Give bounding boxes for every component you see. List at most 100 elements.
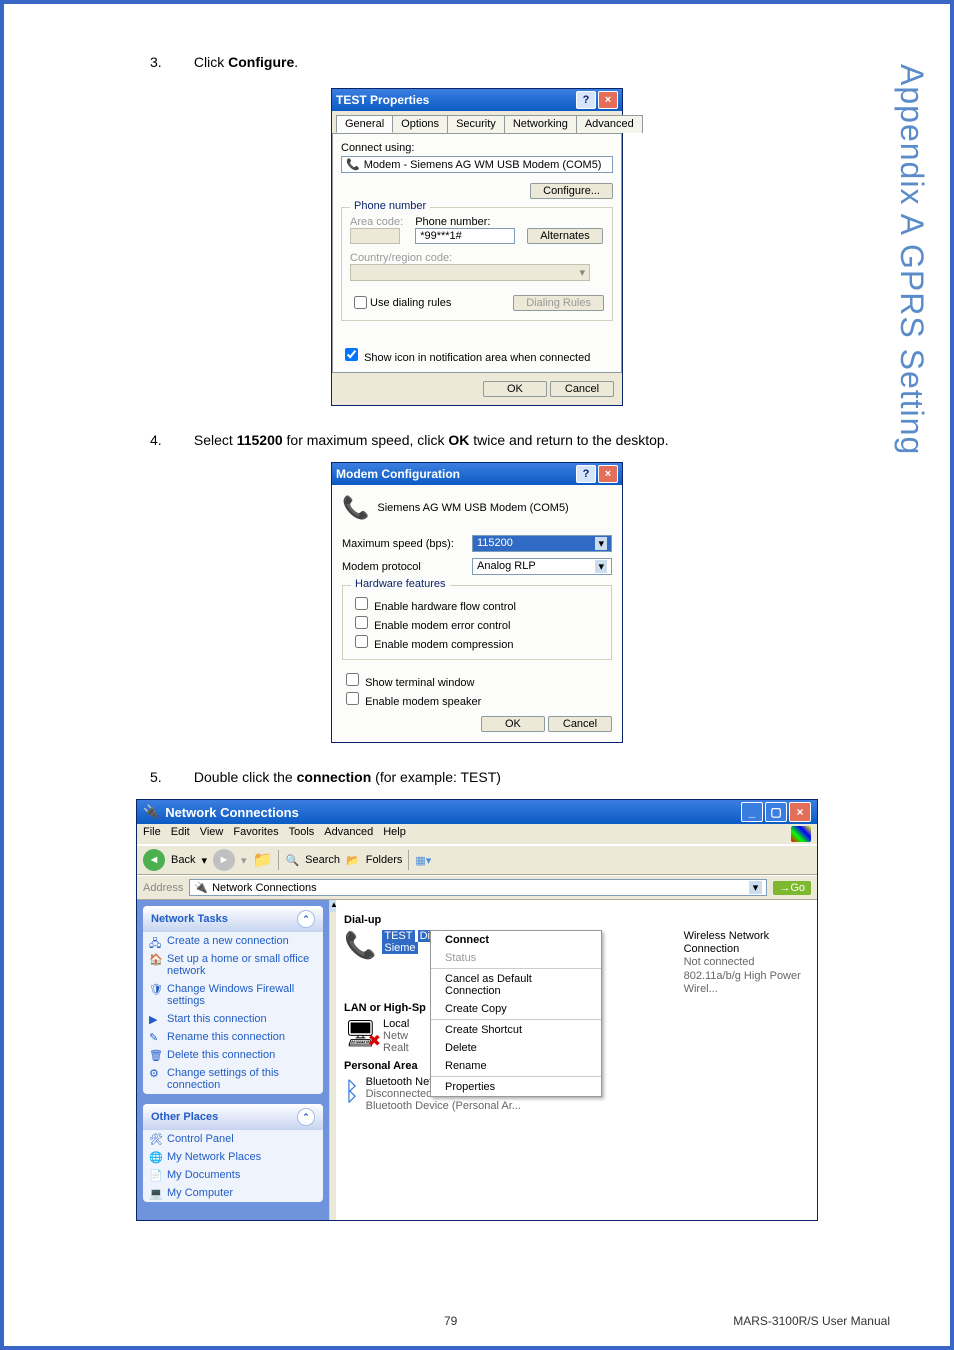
other-places-header[interactable]: Other Places⌃ — [143, 1104, 323, 1130]
ok-button[interactable]: OK — [481, 716, 545, 732]
sidebar-item-start[interactable]: ▶Start this connection — [143, 1010, 323, 1028]
compress-checkbox[interactable] — [355, 635, 368, 648]
menu-view[interactable]: View — [200, 826, 224, 842]
network-places-icon: 🌐 — [149, 1151, 163, 1165]
chevron-down-icon[interactable]: ▾ — [595, 560, 607, 573]
views-icon[interactable]: ▦▾ — [415, 854, 431, 867]
phone-number-field[interactable]: *99***1# — [415, 228, 515, 244]
folders-label[interactable]: Folders — [366, 854, 403, 866]
sidebar-item-controlpanel[interactable]: 🛠Control Panel — [143, 1130, 323, 1148]
sidebar-item-firewall[interactable]: 🛡Change Windows Firewall settings — [143, 980, 323, 1010]
search-label[interactable]: Search — [305, 854, 340, 866]
sidebar-item-delete[interactable]: 🗑Delete this connection — [143, 1046, 323, 1064]
sidebar-item-rename[interactable]: ✎Rename this connection — [143, 1028, 323, 1046]
menu-help[interactable]: Help — [383, 826, 406, 842]
sidebar-item-setup[interactable]: 🏠Set up a home or small office network — [143, 950, 323, 980]
delete-icon: 🗑 — [149, 1049, 163, 1063]
menu-tools[interactable]: Tools — [289, 826, 315, 842]
sidebar-item-documents[interactable]: 📄My Documents — [143, 1166, 323, 1184]
address-input[interactable]: 🔌 Network Connections ▾ — [189, 879, 767, 896]
help-icon[interactable]: ? — [576, 465, 596, 483]
use-dialing-checkbox[interactable] — [354, 296, 367, 309]
alternates-button[interactable]: Alternates — [527, 228, 603, 244]
sidebar-item-create[interactable]: 🖧Create a new connection — [143, 932, 323, 950]
chevron-down-icon[interactable]: ▾ — [595, 537, 607, 550]
collapse-icon[interactable]: ⌃ — [297, 1108, 315, 1126]
ctx-delete[interactable]: Delete — [431, 1039, 601, 1057]
show-icon-checkbox[interactable] — [345, 348, 358, 361]
ctx-rename[interactable]: Rename — [431, 1057, 601, 1075]
tab-security[interactable]: Security — [447, 115, 505, 133]
modem-field[interactable]: 📞 Modem - Siemens AG WM USB Modem (COM5) — [341, 156, 613, 173]
ctx-create-copy[interactable]: Create Copy — [431, 1000, 601, 1018]
address-label: Address — [143, 882, 183, 894]
close-icon[interactable]: × — [598, 465, 618, 483]
forward-button: ► — [213, 849, 235, 871]
hw-features-group: Hardware features — [351, 578, 450, 590]
hw-flow-checkbox[interactable] — [355, 597, 368, 610]
ctx-properties[interactable]: Properties — [431, 1078, 601, 1096]
max-speed-select[interactable]: 115200▾ — [472, 535, 612, 552]
tab-options[interactable]: Options — [392, 115, 448, 133]
menu-edit[interactable]: Edit — [171, 826, 190, 842]
speaker-checkbox[interactable] — [346, 692, 359, 705]
maximize-icon[interactable]: ▢ — [765, 802, 787, 822]
close-icon[interactable]: × — [789, 802, 811, 822]
documents-icon: 📄 — [149, 1169, 163, 1183]
modem-name: Siemens AG WM USB Modem (COM5) — [377, 502, 568, 514]
go-button[interactable]: → Go — [773, 881, 811, 895]
cancel-button[interactable]: Cancel — [550, 381, 614, 397]
content-pane: Dial-up 📞 TEST Disco Sieme Connect Statu… — [336, 900, 817, 1220]
back-label: Back — [171, 854, 195, 866]
dialog-titlebar[interactable]: TEST Properties ? × — [332, 89, 622, 111]
window-titlebar[interactable]: 🔌 Network Connections _ ▢ × — [137, 800, 817, 824]
minimize-icon[interactable]: _ — [741, 802, 763, 822]
ctx-cancel-default[interactable]: Cancel as Default Connection — [431, 970, 601, 1000]
lan-name: Local — [383, 1018, 409, 1030]
sidebar-item-settings[interactable]: ⚙Change settings of this connection — [143, 1064, 323, 1094]
tab-networking[interactable]: Networking — [504, 115, 577, 133]
conn-dev: Sieme — [382, 942, 417, 954]
help-icon[interactable]: ? — [576, 91, 596, 109]
tab-advanced[interactable]: Advanced — [576, 115, 643, 133]
sidebar-item-computer[interactable]: 💻My Computer — [143, 1184, 323, 1202]
ctx-connect[interactable]: Connect — [431, 931, 601, 949]
search-icon[interactable]: 🔍 — [285, 854, 299, 867]
firewall-icon: 🛡 — [149, 983, 163, 997]
manual-title: MARS-3100R/S User Manual — [733, 1314, 890, 1328]
ok-button[interactable]: OK — [483, 381, 547, 397]
modem-icon: 📞 — [346, 158, 360, 171]
menu-favorites[interactable]: Favorites — [233, 826, 278, 842]
scrollbar[interactable]: ▲ — [329, 900, 336, 1220]
tab-general[interactable]: General — [336, 115, 393, 133]
wireless-name: Wireless Network Connection — [684, 930, 809, 956]
cancel-button[interactable]: Cancel — [548, 716, 612, 732]
home-net-icon: 🏠 — [149, 953, 163, 967]
terminal-checkbox[interactable] — [346, 673, 359, 686]
phone-number-label: Phone number: — [415, 216, 515, 228]
back-chevron-icon[interactable]: ▾ — [201, 854, 207, 867]
ctx-create-shortcut[interactable]: Create Shortcut — [431, 1021, 601, 1039]
connection-wireless[interactable]: Wireless Network Connection Not connecte… — [684, 930, 809, 996]
configure-button[interactable]: Configure... — [530, 183, 613, 199]
step3-text: Click Configure. — [194, 54, 298, 70]
connection-lan[interactable]: Local Netw Realt — [383, 1018, 409, 1054]
chevron-down-icon[interactable]: ▾ — [749, 881, 763, 894]
up-folder-icon[interactable]: 📁 — [253, 850, 273, 870]
test-properties-dialog: TEST Properties ? × General Options Secu… — [331, 88, 623, 406]
sidebar-item-netplaces[interactable]: 🌐My Network Places — [143, 1148, 323, 1166]
step3-num: 3. — [150, 54, 190, 70]
protocol-label: Modem protocol — [342, 561, 462, 573]
folders-icon[interactable]: 📂 — [346, 854, 360, 867]
back-button[interactable]: ◄ — [143, 849, 165, 871]
err-ctl-checkbox[interactable] — [355, 616, 368, 629]
menu-file[interactable]: File — [143, 826, 161, 842]
compress-label: Enable modem compression — [374, 639, 513, 651]
dialog-titlebar[interactable]: Modem Configuration ? × — [332, 463, 622, 485]
protocol-select[interactable]: Analog RLP▾ — [472, 558, 612, 575]
collapse-icon[interactable]: ⌃ — [297, 910, 315, 928]
close-icon[interactable]: × — [598, 91, 618, 109]
menu-advanced[interactable]: Advanced — [324, 826, 373, 842]
other-places-box: Other Places⌃ 🛠Control Panel 🌐My Network… — [143, 1104, 323, 1202]
network-tasks-header[interactable]: Network Tasks⌃ — [143, 906, 323, 932]
